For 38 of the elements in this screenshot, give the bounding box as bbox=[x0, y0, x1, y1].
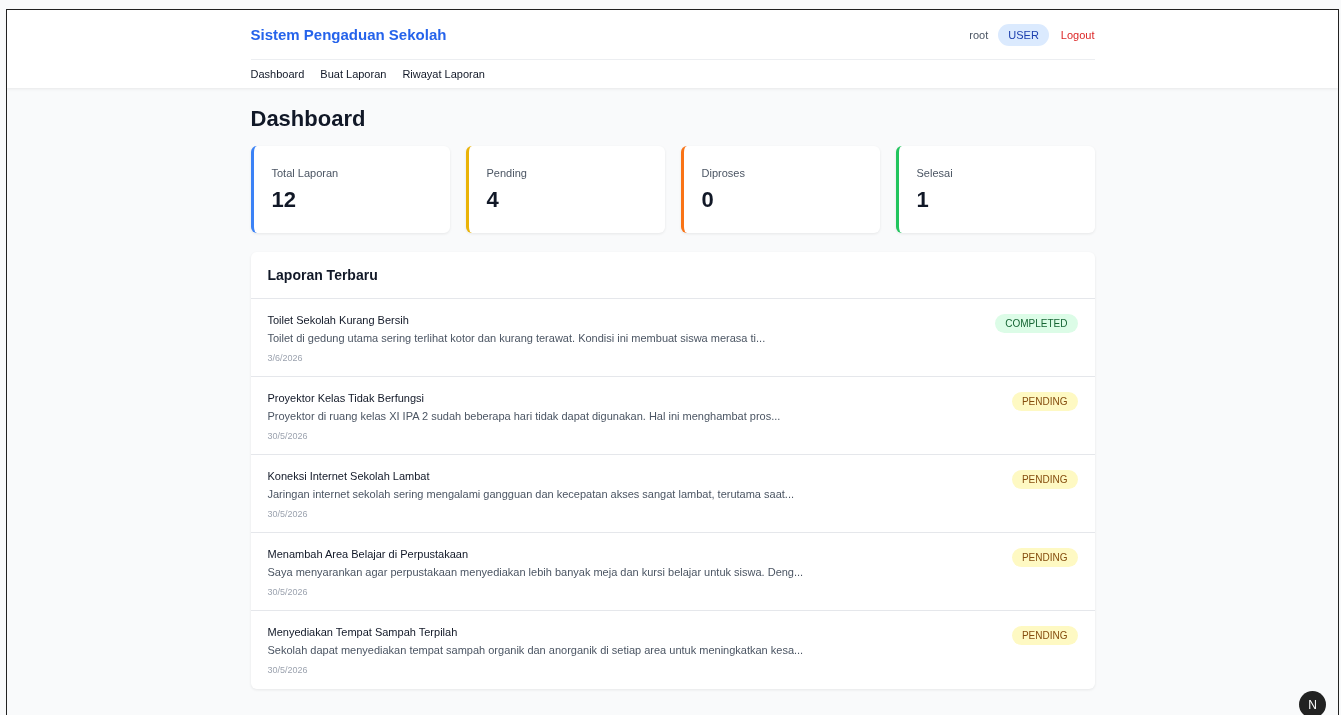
report-date: 30/5/2026 bbox=[267, 665, 309, 675]
nav-link[interactable]: Riwayat Laporan bbox=[402, 68, 485, 80]
report-excerpt: Proyektor di ruang kelas XI IPA 2 sudah beberapa hari tidak dapat digunakan. Hal ini menghambat pros... bbox=[267, 410, 781, 422]
report-title: Menyediakan Tempat Sampah Terpilah bbox=[267, 626, 459, 638]
report-title: Koneksi Internet Sekolah Lambat bbox=[267, 470, 431, 482]
status-badge: COMPLETED bbox=[995, 314, 1078, 333]
report-date: 30/5/2026 bbox=[267, 431, 309, 441]
username: root bbox=[969, 28, 989, 41]
report-excerpt: Sekolah dapat menyediakan tempat sampah organik dan anorganik di setiap area untuk meningkatkan kesa... bbox=[267, 644, 804, 656]
logout-link[interactable]: Logout bbox=[1060, 28, 1095, 41]
stat-value: 1 bbox=[916, 187, 930, 213]
stat-value: 12 bbox=[271, 187, 297, 213]
report-title: Proyektor Kelas Tidak Berfungsi bbox=[267, 392, 426, 404]
nav-link[interactable]: Buat Laporan bbox=[320, 68, 387, 80]
status-badge: PENDING bbox=[1011, 470, 1078, 489]
stat-label: Total Laporan bbox=[271, 167, 340, 179]
report-date: 30/5/2026 bbox=[267, 587, 309, 597]
report-title: Toilet Sekolah Kurang Bersih bbox=[267, 314, 410, 326]
page-title: Dashboard bbox=[250, 106, 367, 132]
stat-label: Diproses bbox=[701, 167, 746, 179]
report-title: Menambah Area Belajar di Perpustakaan bbox=[267, 548, 470, 560]
report-date: 30/5/2026 bbox=[267, 509, 309, 519]
app-title[interactable]: Sistem Pengaduan Sekolah bbox=[250, 26, 447, 43]
status-badge: PENDING bbox=[1011, 626, 1078, 645]
report-excerpt: Saya menyarankan agar perpustakaan menyediakan lebih banyak meja dan kursi belajar untuk siswa. Deng... bbox=[267, 566, 804, 578]
report-excerpt: Toilet di gedung utama sering terlihat kotor dan kurang terawat. Kondisi ini membuat siswa merasa ti... bbox=[267, 332, 766, 344]
stat-value: 0 bbox=[701, 187, 715, 213]
status-badge: PENDING bbox=[1011, 392, 1078, 411]
nav-link[interactable]: Dashboard bbox=[250, 68, 305, 80]
stat-label: Pending bbox=[486, 167, 528, 179]
dev-indicator[interactable]: N bbox=[1299, 691, 1326, 715]
status-badge: PENDING bbox=[1011, 548, 1078, 567]
role-badge: USER bbox=[998, 23, 1049, 46]
stat-label: Selesai bbox=[916, 167, 954, 179]
report-date: 3/6/2026 bbox=[267, 353, 304, 363]
report-excerpt: Jaringan internet sekolah sering mengalami gangguan dan kecepatan akses sangat lambat, terutama saat... bbox=[267, 488, 794, 500]
panel-title: Laporan Terbaru bbox=[250, 252, 1095, 299]
stat-value: 4 bbox=[486, 187, 500, 213]
